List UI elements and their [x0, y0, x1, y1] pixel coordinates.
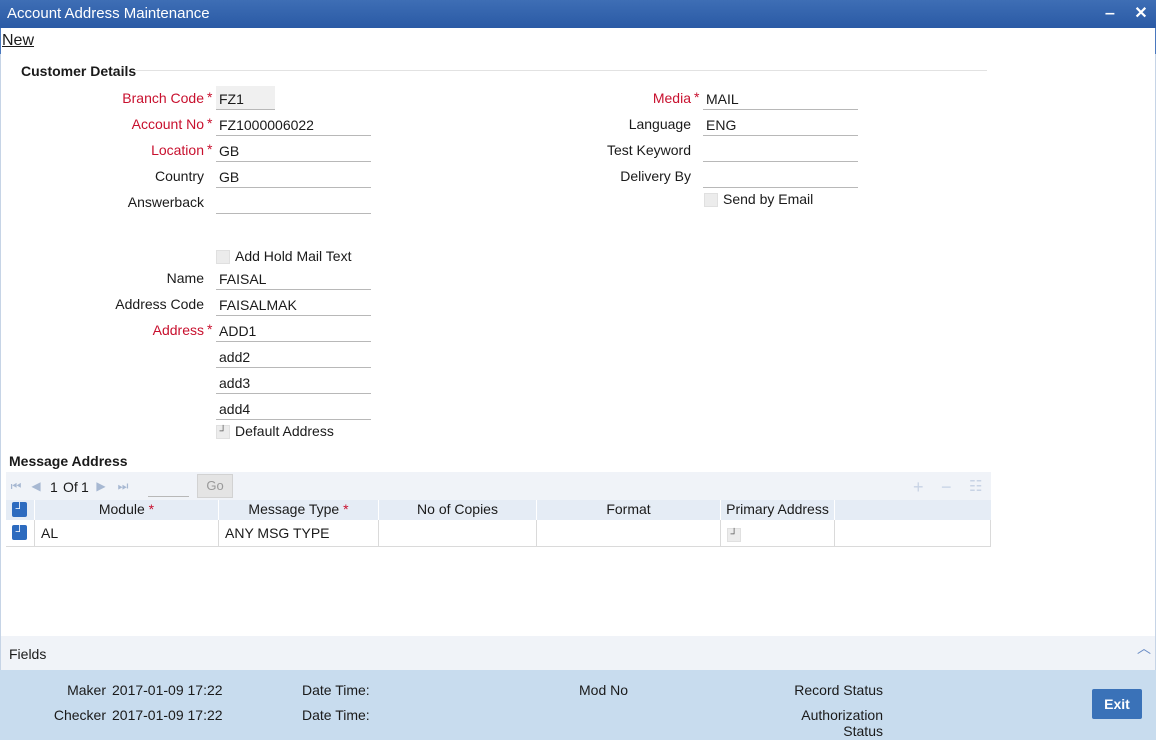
- no-of-copies-cell[interactable]: [379, 520, 537, 547]
- page-number-input[interactable]: [148, 475, 189, 497]
- address-code-field[interactable]: [216, 292, 371, 316]
- window-title: Account Address Maintenance: [7, 5, 210, 22]
- last-page-icon[interactable]: ⏭: [117, 479, 129, 493]
- name-field[interactable]: [216, 266, 371, 290]
- delivery-by-label: Delivery By: [620, 168, 691, 184]
- exit-button[interactable]: Exit: [1092, 689, 1142, 719]
- column-header-no-of-copies[interactable]: No of Copies: [379, 500, 537, 520]
- branch-code-label: Branch Code: [122, 90, 204, 106]
- checker-date-time-label: Date Time:: [302, 707, 370, 723]
- next-page-icon[interactable]: ▶: [95, 479, 107, 493]
- table-row[interactable]: ┘ AL ANY MSG TYPE ┘: [6, 520, 991, 547]
- name-label: Name: [166, 270, 204, 286]
- media-field[interactable]: [703, 86, 858, 110]
- authorization-status-label-line-1: Authorization: [801, 707, 883, 723]
- single-record-view-icon[interactable]: ☷: [969, 478, 982, 496]
- address-line-4-field[interactable]: [216, 396, 371, 420]
- column-header-module[interactable]: Module *: [35, 500, 219, 520]
- answerback-label: Answerback: [127, 194, 204, 210]
- send-by-email-checkbox[interactable]: [704, 193, 718, 207]
- row-select-checkbox[interactable]: ┘: [12, 525, 27, 540]
- account-no-label: Account No: [131, 116, 204, 132]
- send-by-email-label: Send by Email: [723, 191, 814, 207]
- maker-date-time-label: Date Time:: [302, 682, 370, 698]
- customer-details-title: Customer Details: [21, 63, 137, 79]
- fields-bar[interactable]: Fields ︿: [0, 636, 1156, 670]
- section-divider: [133, 70, 987, 71]
- delete-row-icon[interactable]: −: [941, 478, 952, 496]
- required-marker: *: [207, 115, 213, 131]
- delivery-by-field[interactable]: [703, 164, 858, 188]
- go-button[interactable]: Go: [197, 474, 233, 498]
- window-titlebar: Account Address Maintenance ‒ ✕: [0, 0, 1156, 28]
- account-no-field[interactable]: [216, 112, 371, 136]
- menu-bar: New: [0, 28, 1156, 54]
- message-type-cell[interactable]: ANY MSG TYPE: [219, 520, 379, 547]
- language-field[interactable]: [703, 112, 858, 136]
- new-menu-item[interactable]: New: [2, 32, 34, 50]
- row-select-cell: ┘: [6, 520, 35, 547]
- address-line-1-field[interactable]: [216, 318, 371, 342]
- fields-label: Fields: [9, 646, 47, 662]
- address-line-3-field[interactable]: [216, 370, 371, 394]
- address-label: Address: [152, 322, 204, 338]
- page-of-label: Of: [63, 479, 78, 495]
- column-header-primary-address[interactable]: Primary Address: [721, 500, 835, 520]
- default-address-checkbox[interactable]: ┘: [216, 425, 230, 439]
- primary-address-cell: ┘: [721, 520, 835, 547]
- mod-no-label: Mod No: [579, 682, 629, 698]
- first-page-icon[interactable]: ⏮: [10, 479, 22, 493]
- previous-page-icon[interactable]: ◀: [30, 479, 42, 493]
- add-hold-mail-text-checkbox[interactable]: [216, 250, 230, 264]
- language-label: Language: [628, 116, 691, 132]
- primary-address-checkbox[interactable]: ┘: [727, 528, 741, 542]
- collapse-icon[interactable]: ︿: [1137, 638, 1151, 658]
- column-header-message-type[interactable]: Message Type *: [219, 500, 379, 520]
- record-status-label: Record Status: [794, 682, 883, 698]
- test-keyword-field[interactable]: [703, 138, 858, 162]
- maker-value: 2017-01-09 17:22: [112, 682, 223, 698]
- branch-code-field[interactable]: [216, 86, 275, 110]
- media-label: Media: [652, 90, 691, 106]
- country-field[interactable]: [216, 164, 371, 188]
- location-label: Location: [151, 142, 204, 158]
- add-row-icon[interactable]: +: [913, 478, 924, 496]
- select-all-cell: ┘: [6, 500, 35, 520]
- location-field[interactable]: [216, 138, 371, 162]
- minimize-icon[interactable]: ‒: [1100, 4, 1120, 24]
- empty-cell: [835, 520, 991, 547]
- checker-value: 2017-01-09 17:22: [112, 707, 223, 723]
- required-marker: *: [207, 321, 213, 337]
- format-cell[interactable]: [537, 520, 721, 547]
- total-pages: 1: [81, 479, 89, 495]
- message-address-title: Message Address: [9, 453, 128, 469]
- select-all-checkbox[interactable]: ┘: [12, 502, 27, 517]
- grid-header: ┘ Module * Message Type * No of Copies F…: [6, 500, 991, 520]
- country-label: Country: [154, 168, 204, 184]
- authorization-status-label-line-2: Status: [843, 723, 883, 739]
- audit-footer: [0, 670, 1156, 740]
- address-code-label: Address Code: [115, 296, 204, 312]
- test-keyword-label: Test Keyword: [606, 142, 691, 158]
- maker-label: Maker: [67, 682, 106, 698]
- required-marker: *: [207, 89, 213, 105]
- required-marker: *: [694, 89, 700, 105]
- column-header-format[interactable]: Format: [537, 500, 721, 520]
- add-hold-mail-text-label: Add Hold Mail Text: [235, 248, 352, 264]
- address-line-2-field[interactable]: [216, 344, 371, 368]
- default-address-label: Default Address: [235, 423, 334, 439]
- current-page: 1: [50, 479, 58, 495]
- module-cell[interactable]: AL: [35, 520, 219, 547]
- checker-label: Checker: [53, 707, 106, 723]
- answerback-field[interactable]: [216, 190, 371, 214]
- close-icon[interactable]: ✕: [1131, 4, 1151, 24]
- required-marker: *: [207, 141, 213, 157]
